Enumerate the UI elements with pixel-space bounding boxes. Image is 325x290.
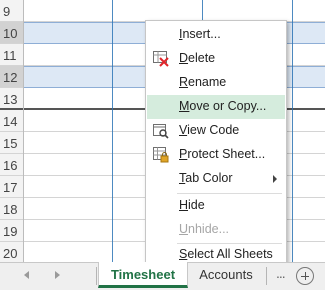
menu-item-rename[interactable]: Rename xyxy=(147,71,285,95)
tab-separator xyxy=(266,267,267,285)
row-headers: 9 10 11 12 13 14 15 16 17 18 19 20 xyxy=(0,0,24,262)
menu-item-move-or-copy[interactable]: Move or Copy... xyxy=(147,95,285,119)
row-number[interactable]: 9 xyxy=(0,0,23,22)
menu-item-accelerator: R xyxy=(179,75,189,89)
menu-item-accelerator: M xyxy=(179,99,190,113)
menu-item-label: elect All Sheets xyxy=(187,247,273,261)
tab-timesheet[interactable]: Timesheet xyxy=(98,262,188,288)
menu-item-label: ename xyxy=(188,75,227,89)
scroll-tabs-left-icon[interactable] xyxy=(24,271,29,279)
tab-separator xyxy=(96,267,97,285)
menu-item-protect-sheet[interactable]: Protect Sheet... xyxy=(147,143,285,167)
menu-item-label: rotect Sheet... xyxy=(187,147,266,161)
row-number[interactable]: 20 xyxy=(0,242,23,262)
menu-item-label: ide xyxy=(188,198,205,212)
row-number[interactable]: 18 xyxy=(0,198,23,220)
menu-item-view-code[interactable]: View Code xyxy=(147,119,285,143)
more-tabs-ellipsis[interactable]: ... xyxy=(276,265,286,281)
menu-item-label: iew Code xyxy=(187,123,240,137)
submenu-arrow-icon xyxy=(273,175,277,183)
column-border xyxy=(292,0,293,262)
menu-item-unhide: Unhide... xyxy=(147,218,285,242)
row-number[interactable]: 16 xyxy=(0,154,23,176)
menu-item-accelerator: U xyxy=(179,222,189,236)
menu-item-label: nhide... xyxy=(188,222,230,236)
row-number[interactable]: 17 xyxy=(0,176,23,198)
row-number[interactable]: 12 xyxy=(0,66,23,88)
delete-sheet-icon xyxy=(153,51,169,67)
menu-item-accelerator: H xyxy=(179,198,189,212)
menu-item-delete[interactable]: Delete xyxy=(147,47,285,71)
row-number[interactable]: 15 xyxy=(0,132,23,154)
protect-sheet-icon xyxy=(153,147,169,163)
tab-accounts[interactable]: Accounts xyxy=(188,262,264,288)
row-number[interactable]: 19 xyxy=(0,220,23,242)
menu-item-label: ove or Copy... xyxy=(189,99,267,113)
row-number[interactable]: 11 xyxy=(0,44,23,66)
row-number[interactable]: 14 xyxy=(0,110,23,132)
menu-item-label: nsert... xyxy=(182,27,221,41)
scroll-tabs-right-icon[interactable] xyxy=(55,271,60,279)
menu-item-tab-color[interactable]: Tab Color xyxy=(147,167,285,191)
menu-item-hide[interactable]: Hide xyxy=(147,194,285,218)
sheet-tab-context-menu: Insert... Delete Rename Move or Copy... … xyxy=(145,20,287,266)
menu-item-accelerator: D xyxy=(179,51,189,65)
sheet-tab-bar: Timesheet Accounts ... xyxy=(0,262,325,290)
view-code-icon xyxy=(153,124,169,139)
grid-row[interactable] xyxy=(24,0,325,22)
add-sheet-icon[interactable] xyxy=(296,267,314,285)
menu-item-label: ab Color xyxy=(185,171,233,185)
menu-item-accelerator: V xyxy=(179,123,188,137)
column-border xyxy=(112,0,113,262)
menu-item-insert[interactable]: Insert... xyxy=(147,23,285,47)
row-number[interactable]: 10 xyxy=(0,22,23,44)
row-number[interactable]: 13 xyxy=(0,88,23,110)
menu-item-label: elete xyxy=(188,51,216,65)
